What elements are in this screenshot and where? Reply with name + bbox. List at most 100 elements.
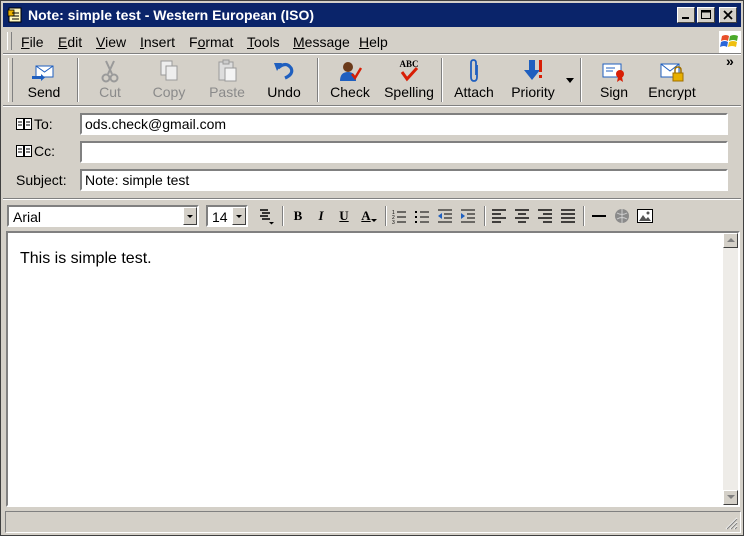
align-center-icon bbox=[515, 209, 529, 223]
scroll-up-arrow-icon bbox=[727, 238, 735, 242]
sign-button[interactable]: Sign bbox=[589, 58, 639, 102]
close-button[interactable] bbox=[719, 7, 737, 23]
font-size-select[interactable]: 14 bbox=[206, 205, 248, 227]
decrease-indent-button[interactable] bbox=[436, 207, 454, 225]
maximize-button[interactable] bbox=[697, 7, 715, 23]
chevron-down-icon[interactable] bbox=[183, 207, 197, 225]
check-names-button[interactable]: Check bbox=[325, 58, 375, 102]
menu-bar: File Edit View Insert Format Tools Messa… bbox=[3, 29, 741, 53]
increase-indent-button[interactable] bbox=[459, 207, 477, 225]
message-body-text[interactable]: This is simple test. bbox=[20, 250, 152, 268]
spelling-icon: ABC bbox=[399, 59, 419, 82]
priority-icon bbox=[524, 60, 542, 80]
align-right-button[interactable] bbox=[536, 207, 554, 225]
paste-icon bbox=[218, 59, 237, 82]
font-size-value: 14 bbox=[212, 209, 228, 225]
cut-label: Cut bbox=[99, 84, 121, 100]
paperclip-icon bbox=[470, 59, 478, 82]
fields-divider bbox=[3, 198, 741, 200]
paragraph-style-button[interactable] bbox=[257, 207, 275, 225]
send-label: Send bbox=[27, 84, 61, 100]
undo-label: Undo bbox=[267, 84, 301, 100]
menu-help[interactable]: Help bbox=[359, 34, 388, 50]
priority-button[interactable]: Priority bbox=[505, 58, 561, 102]
menu-insert[interactable]: Insert bbox=[140, 34, 175, 50]
spelling-button[interactable]: ABC Spelling bbox=[381, 58, 437, 102]
chevron-down-icon[interactable] bbox=[232, 207, 246, 225]
spelling-label: Spelling bbox=[384, 84, 434, 100]
menu-format[interactable]: Format bbox=[189, 34, 233, 50]
toolbar-separator bbox=[580, 58, 582, 102]
menu-view[interactable]: View bbox=[96, 34, 126, 50]
toolbar-divider bbox=[3, 105, 741, 107]
send-button[interactable]: Send bbox=[18, 58, 70, 102]
undo-button[interactable]: Undo bbox=[259, 58, 309, 102]
attach-label: Attach bbox=[454, 84, 494, 100]
menu-edit[interactable]: Edit bbox=[58, 34, 82, 50]
menu-divider bbox=[3, 53, 741, 55]
address-book-icon bbox=[16, 118, 32, 130]
close-icon bbox=[723, 10, 733, 20]
numbered-list-icon: 123 bbox=[392, 210, 406, 225]
minimize-icon bbox=[682, 17, 689, 19]
globe-link-icon bbox=[615, 209, 629, 223]
mail-compose-window: Note: simple test - Western European (IS… bbox=[0, 0, 744, 536]
increase-indent-icon bbox=[461, 209, 475, 223]
to-label-button[interactable]: To: bbox=[16, 116, 53, 132]
menu-file[interactable]: File bbox=[21, 34, 44, 50]
italic-button[interactable]: I bbox=[312, 207, 330, 225]
title-bar[interactable]: Note: simple test - Western European (IS… bbox=[3, 3, 741, 27]
sign-certificate-icon bbox=[602, 63, 624, 82]
paste-button[interactable]: Paste bbox=[201, 58, 253, 102]
chevron-down-icon bbox=[566, 78, 574, 83]
underline-icon: U bbox=[339, 208, 349, 223]
minimize-button[interactable] bbox=[677, 7, 695, 23]
bullet-list-button[interactable] bbox=[413, 207, 431, 225]
format-separator bbox=[484, 206, 486, 226]
justify-icon bbox=[561, 209, 575, 223]
font-color-button[interactable]: A bbox=[358, 207, 380, 225]
bold-button[interactable]: B bbox=[289, 207, 307, 225]
menu-grip[interactable] bbox=[7, 32, 12, 50]
resize-grip-icon[interactable] bbox=[724, 516, 738, 530]
cc-field[interactable] bbox=[80, 141, 728, 163]
priority-dropdown[interactable] bbox=[563, 58, 577, 102]
to-label: To: bbox=[34, 116, 53, 132]
scroll-up-button[interactable] bbox=[723, 233, 738, 248]
menu-message[interactable]: Message bbox=[293, 34, 350, 50]
message-body-editor[interactable]: This is simple test. bbox=[6, 231, 740, 507]
to-field[interactable] bbox=[80, 113, 728, 135]
paste-label: Paste bbox=[209, 84, 245, 100]
numbered-list-button[interactable]: 123 bbox=[390, 207, 408, 225]
copy-label: Copy bbox=[152, 84, 186, 100]
toolbar-grip[interactable] bbox=[8, 58, 13, 102]
horizontal-line-button[interactable] bbox=[590, 207, 608, 225]
undo-icon bbox=[274, 62, 294, 80]
attach-button[interactable]: Attach bbox=[449, 58, 499, 102]
subject-field[interactable] bbox=[80, 169, 728, 191]
cc-label-button[interactable]: Cc: bbox=[16, 143, 55, 159]
insert-picture-button[interactable] bbox=[636, 207, 654, 225]
scroll-down-arrow-icon bbox=[727, 495, 735, 499]
format-toolbar: Arial 14 B I U A 123 bbox=[3, 201, 741, 231]
toolbar-overflow-chevron[interactable]: » bbox=[726, 53, 734, 69]
align-left-button[interactable] bbox=[490, 207, 508, 225]
scroll-down-button[interactable] bbox=[723, 490, 738, 505]
send-icon bbox=[32, 65, 54, 81]
font-name-select[interactable]: Arial bbox=[7, 205, 199, 227]
justify-button[interactable] bbox=[559, 207, 577, 225]
note-app-icon bbox=[7, 7, 22, 23]
encrypt-button[interactable]: Encrypt bbox=[643, 58, 701, 102]
format-separator bbox=[583, 206, 585, 226]
horizontal-line-icon bbox=[592, 215, 606, 217]
align-left-icon bbox=[492, 209, 506, 223]
underline-button[interactable]: U bbox=[335, 207, 353, 225]
insert-hyperlink-button[interactable] bbox=[613, 207, 631, 225]
menu-tools[interactable]: Tools bbox=[247, 34, 280, 50]
align-center-button[interactable] bbox=[513, 207, 531, 225]
cut-button[interactable]: Cut bbox=[85, 58, 135, 102]
bold-icon: B bbox=[293, 208, 303, 223]
toolbar-separator bbox=[77, 58, 79, 102]
vertical-scrollbar[interactable] bbox=[723, 233, 738, 505]
copy-button[interactable]: Copy bbox=[143, 58, 195, 102]
